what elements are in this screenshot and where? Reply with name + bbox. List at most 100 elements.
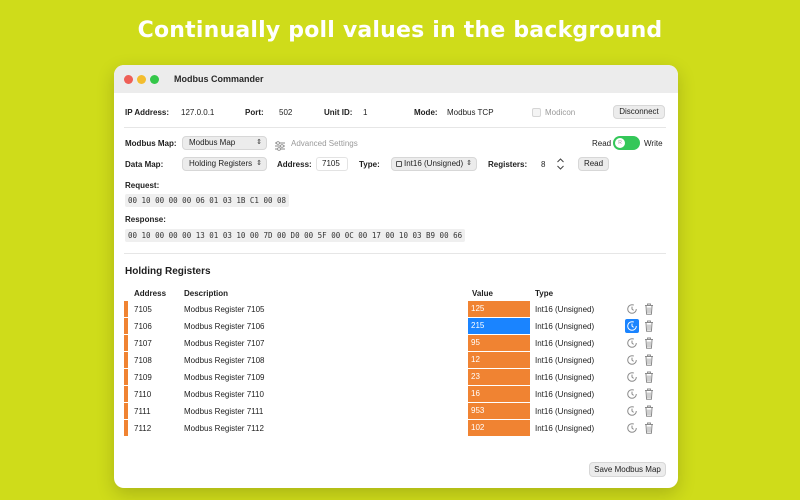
trash-icon[interactable] <box>643 404 655 418</box>
row-type: Int16 (Unsigned) <box>535 356 595 365</box>
table-title: Holding Registers <box>125 266 211 277</box>
row-value[interactable]: 125 <box>468 301 530 317</box>
registers-value: 8 <box>541 160 546 169</box>
row-address: 7107 <box>134 339 152 348</box>
row-value[interactable]: 953 <box>468 403 530 419</box>
modicon-label: Modicon <box>545 108 576 117</box>
trash-icon[interactable] <box>643 370 655 384</box>
chevron-updown-icon: ⇕ <box>256 139 262 146</box>
row-marker <box>124 420 128 436</box>
row-address: 7109 <box>134 373 152 382</box>
row-description: Modbus Register 7107 <box>184 339 265 348</box>
write-mode-label: Write <box>644 139 663 148</box>
window-title: Modbus Commander <box>174 74 264 84</box>
table-row[interactable]: 7109 Modbus Register 7109 23 Int16 (Unsi… <box>124 369 666 386</box>
chevron-updown-icon: ⇕ <box>466 160 472 167</box>
ip-address-label: IP Address: <box>125 108 170 117</box>
response-hex: 00 10 00 00 00 13 01 03 10 00 7D 00 D0 0… <box>125 229 466 242</box>
row-value[interactable]: 215 <box>468 318 530 334</box>
row-description: Modbus Register 7112 <box>184 424 264 433</box>
save-modbus-map-button[interactable]: Save Modbus Map <box>589 462 666 477</box>
row-marker <box>124 403 128 419</box>
modbus-map-label: Modbus Map: <box>125 139 177 148</box>
port-value: 502 <box>279 108 293 117</box>
read-button[interactable]: Read <box>578 157 609 171</box>
trash-icon[interactable] <box>643 421 655 435</box>
mode-value: Modbus TCP <box>447 108 494 117</box>
app-window: Modbus Commander IP Address: 127.0.0.1 P… <box>114 65 678 488</box>
row-address: 7112 <box>134 424 152 433</box>
zoom-window-button[interactable] <box>150 75 159 84</box>
table-row[interactable]: 7111 Modbus Register 7111 953 Int16 (Uns… <box>124 403 666 420</box>
title-bar: Modbus Commander <box>114 65 678 93</box>
row-marker <box>124 352 128 368</box>
divider <box>124 127 666 128</box>
table-row[interactable]: 7106 Modbus Register 7106 215 Int16 (Uns… <box>124 318 666 335</box>
table-row[interactable]: 7110 Modbus Register 7110 16 Int16 (Unsi… <box>124 386 666 403</box>
trash-icon[interactable] <box>643 319 655 333</box>
table-row[interactable]: 7107 Modbus Register 7107 95 Int16 (Unsi… <box>124 335 666 352</box>
table-row[interactable]: 7105 Modbus Register 7105 125 Int16 (Uns… <box>124 301 666 318</box>
row-value[interactable]: 12 <box>468 352 530 368</box>
row-value[interactable]: 95 <box>468 335 530 351</box>
poll-timer-icon[interactable] <box>625 353 639 367</box>
row-description: Modbus Register 7105 <box>184 305 265 314</box>
column-header-address: Address <box>134 289 167 298</box>
column-header-description: Description <box>184 289 229 298</box>
read-write-toggle[interactable]: R <box>613 136 640 150</box>
poll-timer-icon[interactable] <box>625 404 639 418</box>
modbus-map-value: Modbus Map <box>189 138 236 147</box>
row-value[interactable]: 102 <box>468 420 530 436</box>
poll-timer-icon[interactable] <box>625 336 639 350</box>
table-row[interactable]: 7108 Modbus Register 7108 12 Int16 (Unsi… <box>124 352 666 369</box>
trash-icon[interactable] <box>643 387 655 401</box>
row-type: Int16 (Unsigned) <box>535 305 595 314</box>
address-label: Address: <box>277 160 312 169</box>
row-marker <box>124 318 128 334</box>
trash-icon[interactable] <box>643 353 655 367</box>
poll-timer-icon[interactable] <box>625 319 639 333</box>
advanced-settings-link[interactable]: Advanced Settings <box>291 139 358 148</box>
poll-timer-icon[interactable] <box>625 421 639 435</box>
response-label: Response: <box>125 215 166 224</box>
read-mode-label: Read <box>592 139 612 148</box>
trash-icon[interactable] <box>643 336 655 350</box>
row-address: 7106 <box>134 322 152 331</box>
row-type: Int16 (Unsigned) <box>535 390 595 399</box>
disconnect-button[interactable]: Disconnect <box>613 105 665 119</box>
modbus-map-popup[interactable]: Modbus Map ⇕ <box>182 136 267 150</box>
poll-timer-icon[interactable] <box>625 370 639 384</box>
poll-timer-icon[interactable] <box>625 387 639 401</box>
close-window-button[interactable] <box>124 75 133 84</box>
row-description: Modbus Register 7110 <box>184 390 264 399</box>
row-description: Modbus Register 7108 <box>184 356 265 365</box>
registers-stepper[interactable] <box>556 157 565 171</box>
poll-timer-icon[interactable] <box>625 302 639 316</box>
data-map-value: Holding Registers <box>189 159 253 168</box>
ip-address-value: 127.0.0.1 <box>181 108 215 117</box>
row-address: 7110 <box>134 390 152 399</box>
headline: Continually poll values in the backgroun… <box>137 18 663 43</box>
address-field[interactable]: 7105 <box>316 157 348 171</box>
row-address: 7108 <box>134 356 152 365</box>
row-type: Int16 (Unsigned) <box>535 373 595 382</box>
type-popup[interactable]: Int16 (Unsigned) ⇕ <box>391 157 477 171</box>
row-value[interactable]: 16 <box>468 386 530 402</box>
row-description: Modbus Register 7106 <box>184 322 265 331</box>
row-type: Int16 (Unsigned) <box>535 407 595 416</box>
data-map-label: Data Map: <box>125 160 164 169</box>
row-value[interactable]: 23 <box>468 369 530 385</box>
unit-id-label: Unit ID: <box>324 108 353 117</box>
sliders-icon[interactable] <box>274 138 286 151</box>
row-marker <box>124 301 128 317</box>
request-hex: 00 10 00 00 00 06 01 03 1B C1 00 08 <box>125 194 290 207</box>
minimize-window-button[interactable] <box>137 75 146 84</box>
row-description: Modbus Register 7109 <box>184 373 265 382</box>
row-address: 7111 <box>134 407 151 416</box>
row-marker <box>124 335 128 351</box>
type-label: Type: <box>359 160 380 169</box>
modicon-checkbox[interactable] <box>532 108 541 117</box>
trash-icon[interactable] <box>643 302 655 316</box>
data-map-popup[interactable]: Holding Registers ⇕ <box>182 157 267 171</box>
table-row[interactable]: 7112 Modbus Register 7112 102 Int16 (Uns… <box>124 420 666 437</box>
